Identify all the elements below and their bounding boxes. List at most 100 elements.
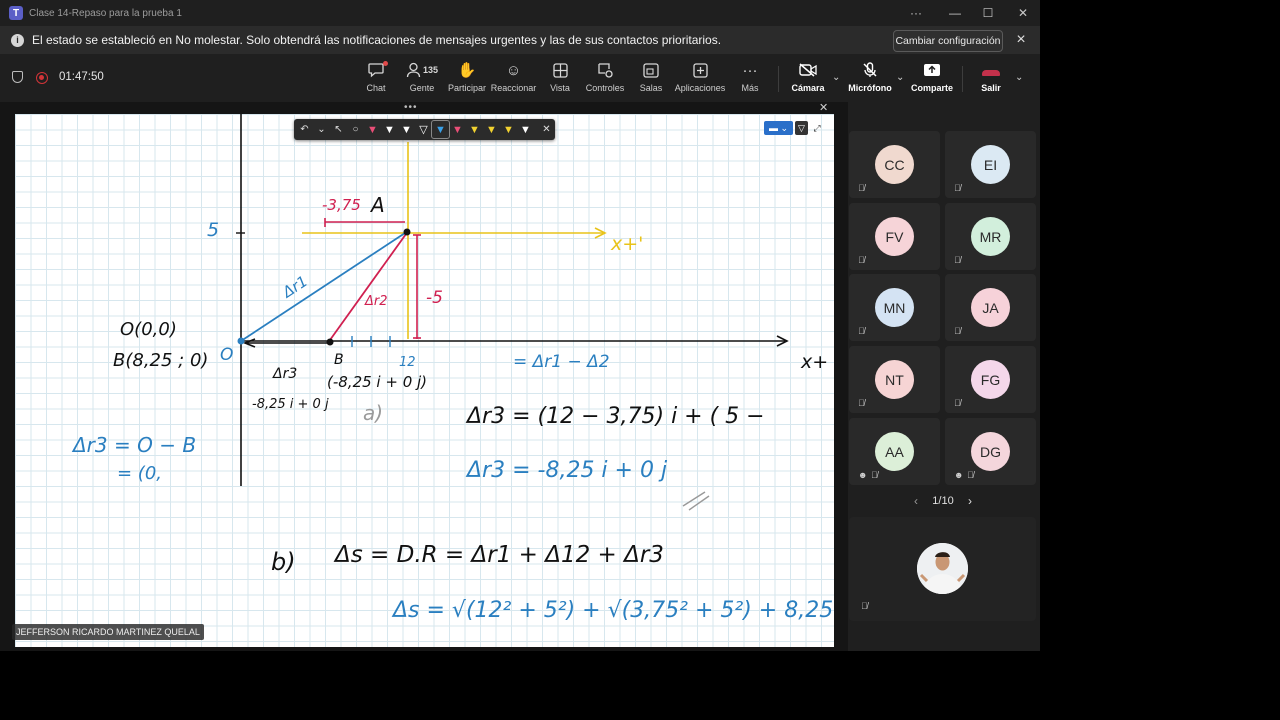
- x12-label: 12: [399, 355, 416, 370]
- participant-tile[interactable]: NT 🎙̸: [849, 346, 940, 413]
- leave-label: Salir: [981, 83, 1001, 93]
- lasso-icon[interactable]: ○: [347, 121, 364, 138]
- ds-equation: Δs = D.R = Δr1 + Δ12 + Δr3: [333, 542, 664, 568]
- leave-options-chevron-icon[interactable]: ⌄: [1015, 72, 1023, 83]
- camera-button[interactable]: Cámara: [791, 60, 825, 98]
- minimize-button[interactable]: —: [938, 0, 972, 26]
- select-arrow-icon[interactable]: ↖: [330, 121, 347, 138]
- color-picker-button[interactable]: ▬ ⌄: [764, 121, 793, 135]
- pen-outline-icon[interactable]: ▽: [415, 121, 432, 138]
- vector-dr2: [329, 233, 407, 341]
- self-video-tile[interactable]: 🎙̸: [849, 517, 1036, 621]
- react-button[interactable]: ☺ Reaccionar: [491, 60, 537, 98]
- x-axis-label: x+: [800, 351, 828, 373]
- chat-button[interactable]: Chat: [361, 60, 391, 98]
- banner-close-icon[interactable]: ×: [1012, 30, 1030, 50]
- avatar: FG: [971, 360, 1010, 399]
- more-options-button[interactable]: ···: [899, 0, 933, 26]
- participant-tile[interactable]: FG 🎙̸: [945, 346, 1036, 413]
- point-a-label: A: [369, 193, 385, 217]
- point-b-label: B: [334, 352, 344, 368]
- share-button[interactable]: Comparte: [911, 60, 953, 98]
- camera-options-chevron-icon[interactable]: ⌄: [832, 72, 840, 83]
- part-b-label: b): [271, 548, 296, 576]
- pen-blue-icon[interactable]: ▼: [431, 120, 450, 139]
- b-vector: (-8,25 i + 0 j): [327, 373, 427, 391]
- avatar: NT: [875, 360, 914, 399]
- participant-tile[interactable]: JA 🎙̸: [945, 274, 1036, 341]
- avatar: DG: [971, 432, 1010, 471]
- more-dots-icon: ···: [742, 61, 758, 79]
- point-b-dot: [326, 338, 334, 346]
- b-coords: B(8,25 ; 0): [113, 350, 208, 371]
- gallery-pager: ‹ 1/10 ›: [914, 492, 972, 510]
- microphone-button[interactable]: Micrófono: [848, 60, 892, 98]
- chat-icon: [367, 60, 388, 80]
- avatar: EI: [971, 145, 1010, 184]
- change-settings-button[interactable]: Cambiar configuración: [893, 30, 1003, 52]
- whiteboard-canvas[interactable]: O(0,0) B(8,25 ; 0) O 5 -3,75 A x+' Δr1 Δ…: [15, 114, 834, 647]
- participant-tile[interactable]: MR 🎙̸: [945, 203, 1036, 270]
- mic-label: Micrófono: [848, 83, 892, 93]
- rooms-button[interactable]: Salas: [637, 60, 665, 98]
- rooms-label: Salas: [639, 83, 663, 93]
- undo-icon[interactable]: ↶: [296, 121, 313, 138]
- participant-tile[interactable]: CC 🎙̸: [849, 131, 940, 198]
- maximize-button[interactable]: ☐: [971, 0, 1005, 26]
- close-ink-toolbar-icon[interactable]: ✕: [538, 121, 555, 138]
- expand-icon[interactable]: ⤢: [811, 121, 823, 135]
- more-label: Más: [741, 83, 759, 93]
- highlighter-yellow-2-icon[interactable]: ▼: [483, 121, 500, 138]
- controls-button[interactable]: Controles: [585, 60, 625, 98]
- mic-off-icon: 🎙̸: [954, 255, 961, 265]
- highlighter-yellow-3-icon[interactable]: ▼: [500, 121, 517, 138]
- notification-banner: i El estado se estableció en No molestar…: [0, 26, 1040, 54]
- apps-label: Aplicaciones: [674, 83, 726, 93]
- camera-label: Cámara: [791, 83, 825, 93]
- mic-off-icon: 🎙̸: [858, 255, 865, 265]
- mic-off-icon: [862, 60, 878, 80]
- eraser-icon[interactable]: ▼: [517, 121, 534, 138]
- participant-tile[interactable]: FV 🎙̸: [849, 203, 940, 270]
- dropdown-chevron-icon[interactable]: ⌄: [313, 121, 330, 138]
- self-mic-off-icon: 🎙̸: [861, 601, 868, 611]
- participant-tile[interactable]: EI 🎙̸: [945, 131, 1036, 198]
- mic-off-icon: 🎙̸: [967, 470, 974, 480]
- grid-view-icon: [552, 60, 568, 80]
- previous-page-icon[interactable]: ‹: [914, 494, 918, 508]
- people-button[interactable]: 135 Gente: [403, 60, 441, 98]
- close-window-button[interactable]: ✕: [1006, 0, 1040, 26]
- rooms-icon: [643, 60, 659, 80]
- info-icon: i: [11, 33, 24, 47]
- origin-label: O(0,0): [120, 319, 177, 340]
- raise-hand-button[interactable]: ✋ Participar: [448, 60, 486, 98]
- participant-tile[interactable]: DG ☻ 🎙̸: [945, 418, 1036, 485]
- mic-options-chevron-icon[interactable]: ⌄: [896, 72, 904, 83]
- participant-tile[interactable]: AA ☻ 🎙̸: [849, 418, 940, 485]
- pen-white-icon[interactable]: ▼: [381, 121, 398, 138]
- highlighter-yellow-icon[interactable]: ▼: [466, 121, 483, 138]
- point-a-dot: [403, 228, 411, 236]
- people-icon: ☻: [954, 470, 964, 480]
- avatar: CC: [875, 145, 914, 184]
- mic-off-icon: 🎙̸: [871, 470, 878, 480]
- pen-pink-icon[interactable]: ▼: [449, 121, 466, 138]
- leave-button[interactable]: Salir: [978, 60, 1004, 98]
- pen-red-icon[interactable]: ▼: [364, 121, 381, 138]
- mic-off-icon: 🎙̸: [954, 398, 961, 408]
- people-count: 135: [422, 65, 439, 75]
- dr2-label: Δr2: [364, 294, 388, 309]
- y-tick-label: 5: [207, 219, 219, 241]
- avatar: MN: [875, 288, 914, 327]
- pen-white-2-icon[interactable]: ▼: [398, 121, 415, 138]
- participant-tile[interactable]: MN 🎙̸: [849, 274, 940, 341]
- apps-button[interactable]: Aplicaciones: [674, 60, 726, 98]
- pen-mode-icon[interactable]: ▽: [795, 121, 808, 135]
- view-button[interactable]: Vista: [545, 60, 575, 98]
- next-page-icon[interactable]: ›: [968, 494, 972, 508]
- drag-handle-icon[interactable]: •••: [404, 102, 418, 113]
- more-button[interactable]: ··· Más: [737, 60, 763, 98]
- stage-close-icon[interactable]: ✕: [819, 101, 828, 114]
- origin-zero: O: [220, 345, 233, 365]
- calc-line-1: Δr3 = (12 − 3,75) i + ( 5 −: [465, 404, 765, 429]
